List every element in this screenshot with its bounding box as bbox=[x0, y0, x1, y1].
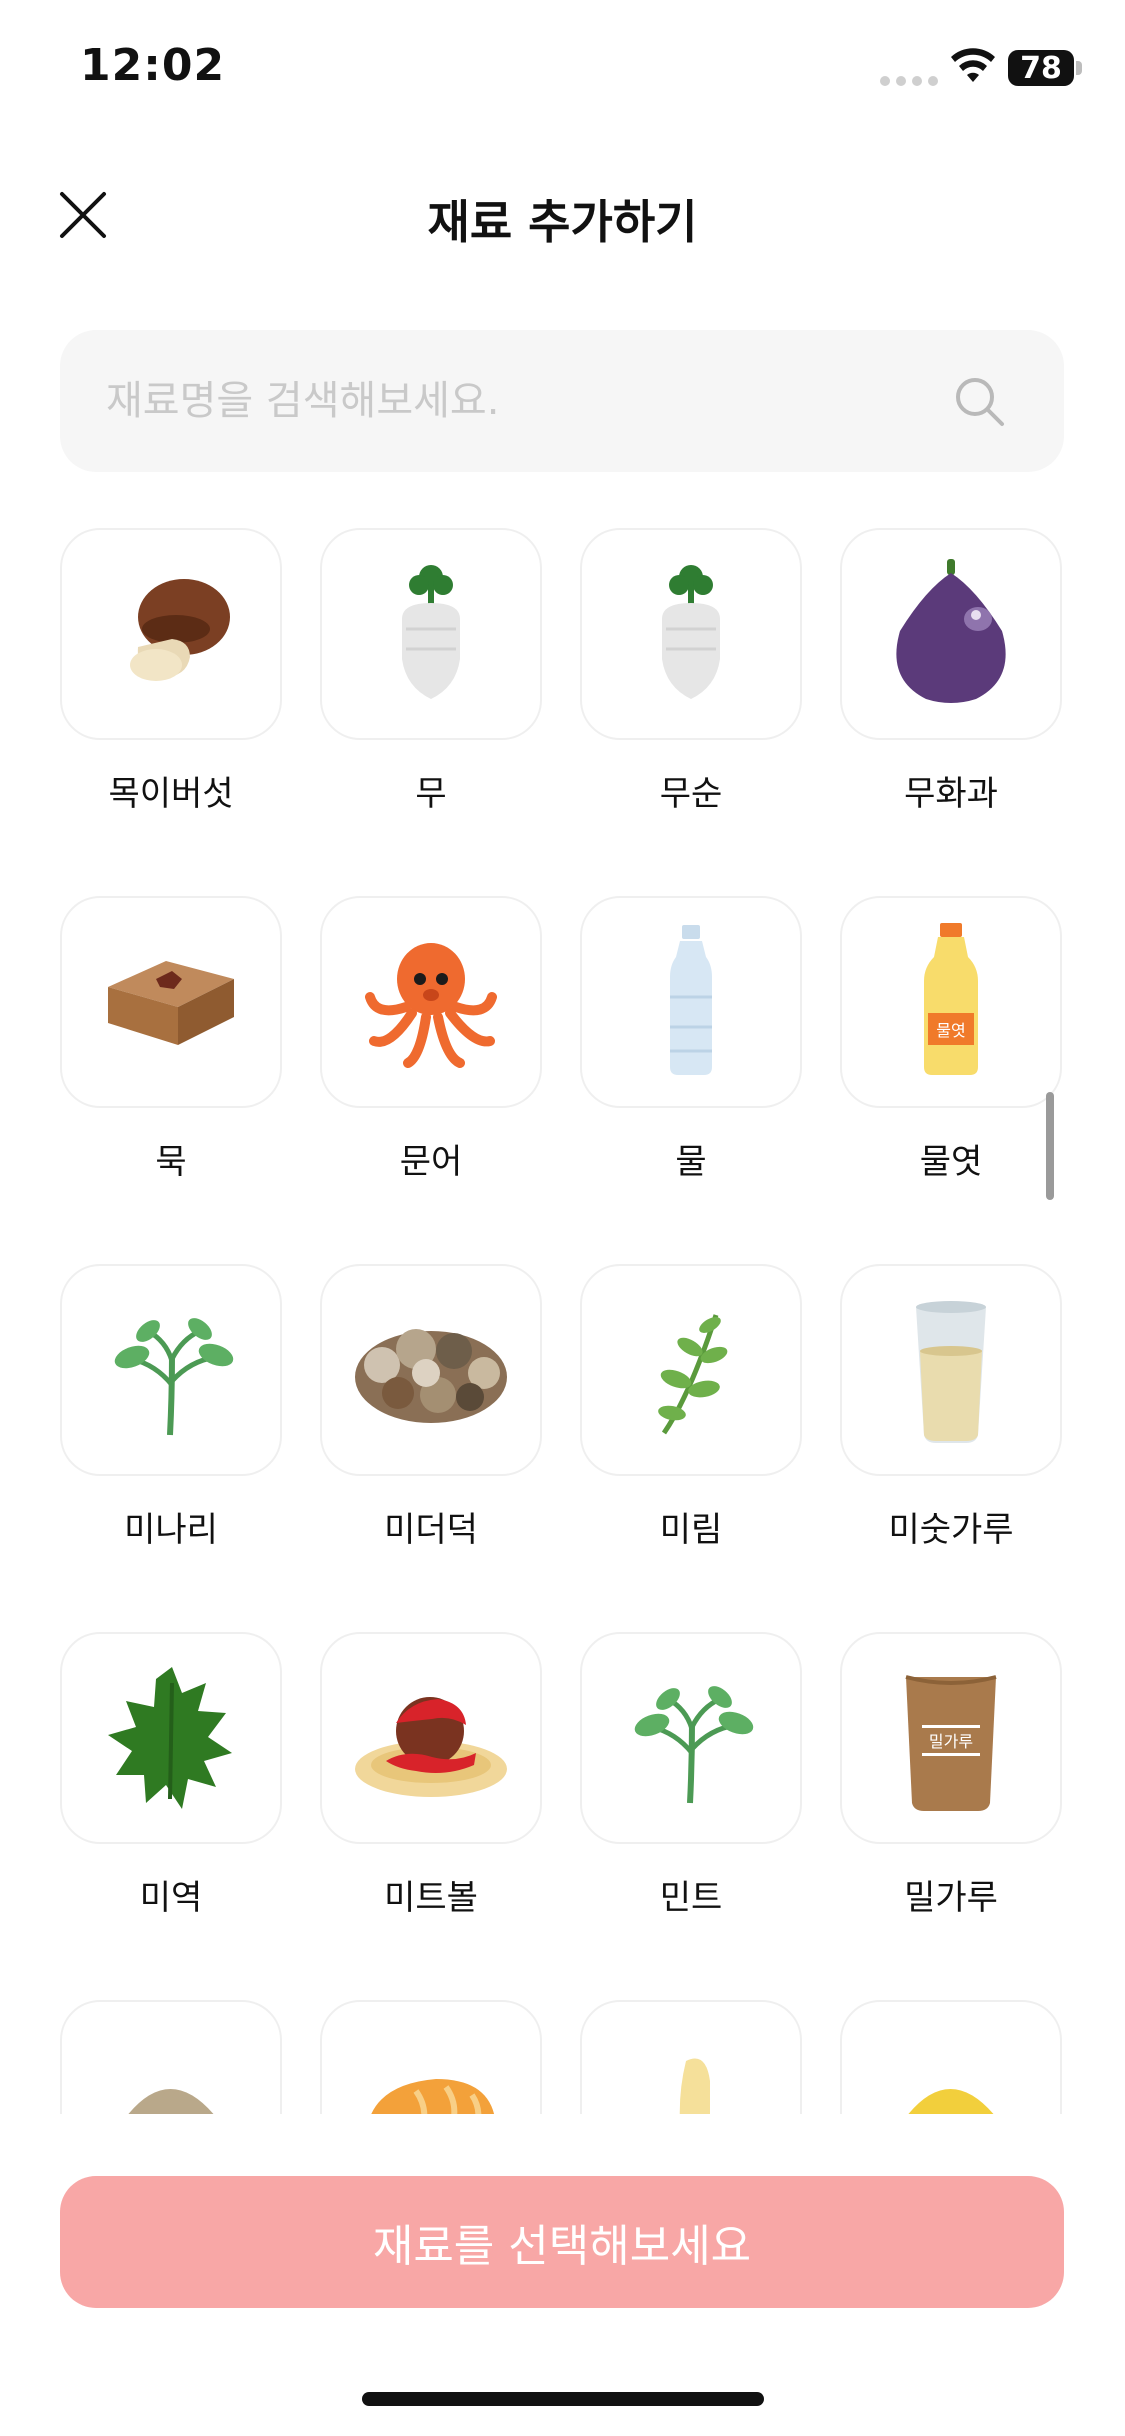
syrup-bottle-tag: 물엿 bbox=[936, 1021, 965, 1040]
ingredient-item[interactable]: 묵 bbox=[60, 896, 282, 1264]
ingredient-label: 밀가루 bbox=[904, 1878, 998, 1918]
home-indicator[interactable] bbox=[362, 2392, 764, 2406]
ingredient-grid: 목이버섯 무 무순 무화과 묵 문어 물 물엿 물엿 미나리 미더덕 미림 미숫… bbox=[60, 528, 1066, 2114]
flour-bag-tag: 밀가루 bbox=[929, 1732, 973, 1751]
battery-indicator: 78 bbox=[1008, 50, 1074, 86]
ingredient-item[interactable]: 목이버섯 bbox=[60, 528, 282, 896]
ingredient-tile[interactable] bbox=[60, 1632, 282, 1844]
ingredient-tile[interactable] bbox=[60, 528, 282, 740]
scrollbar-thumb[interactable] bbox=[1046, 1092, 1054, 1200]
ingredient-item[interactable]: 미트볼 bbox=[320, 1632, 542, 2000]
fig-icon bbox=[896, 559, 1006, 703]
banana-icon bbox=[679, 2058, 710, 2114]
bread-icon bbox=[371, 2079, 495, 2114]
mint-icon bbox=[634, 1686, 754, 1804]
water-bottle-icon bbox=[670, 925, 712, 1075]
ingredient-tile[interactable]: 물엿 bbox=[840, 896, 1062, 1108]
syrup-bottle-icon: 물엿 bbox=[924, 923, 978, 1075]
ingredient-tile[interactable] bbox=[580, 528, 802, 740]
status-time: 12:02 bbox=[80, 40, 226, 91]
ingredient-item[interactable] bbox=[840, 2000, 1062, 2114]
ingredient-label: 물 bbox=[675, 1142, 707, 1182]
powder-bowl-icon bbox=[128, 2089, 214, 2114]
ingredient-label: 미트볼 bbox=[384, 1878, 478, 1918]
ingredient-item[interactable]: 민트 bbox=[580, 1632, 802, 2000]
sea-squirt-icon bbox=[355, 1329, 507, 1423]
yellow-powder-bowl-icon bbox=[908, 2089, 994, 2114]
ingredient-tile[interactable] bbox=[840, 1264, 1062, 1476]
ingredient-label: 미림 bbox=[659, 1510, 723, 1550]
seaweed-icon bbox=[108, 1667, 232, 1809]
ingredient-tile[interactable] bbox=[840, 2000, 1062, 2114]
ingredient-tile[interactable] bbox=[580, 2000, 802, 2114]
mushroom-icon bbox=[130, 579, 230, 681]
ingredient-label: 미더덕 bbox=[384, 1510, 478, 1550]
ingredient-tile[interactable] bbox=[320, 896, 542, 1108]
header: 재료 추가하기 bbox=[0, 170, 1125, 260]
wifi-icon bbox=[951, 48, 995, 82]
flour-bag-icon: 밀가루 bbox=[905, 1675, 997, 1811]
ingredient-item[interactable]: 미역 bbox=[60, 1632, 282, 2000]
ingredient-label: 무화과 bbox=[904, 774, 998, 814]
ingredient-tile[interactable] bbox=[320, 528, 542, 740]
ingredient-label: 미숫가루 bbox=[888, 1510, 1014, 1550]
select-ingredient-button[interactable]: 재료를 선택해보세요 bbox=[60, 2176, 1064, 2308]
radish-sprout-icon bbox=[662, 565, 720, 699]
ingredient-label: 물엿 bbox=[919, 1142, 983, 1182]
ingredient-tile[interactable]: 밀가루 bbox=[840, 1632, 1062, 1844]
herb-sprig-icon bbox=[658, 1314, 728, 1435]
ingredient-item[interactable]: 물 bbox=[580, 896, 802, 1264]
ingredient-item[interactable]: 밀가루 밀가루 bbox=[840, 1632, 1062, 2000]
ingredient-tile[interactable] bbox=[580, 896, 802, 1108]
ingredient-label: 무순 bbox=[659, 774, 723, 814]
battery-cap bbox=[1076, 61, 1082, 75]
ingredient-tile[interactable] bbox=[320, 1264, 542, 1476]
ingredient-item[interactable]: 무순 bbox=[580, 528, 802, 896]
search-icon[interactable] bbox=[950, 372, 1010, 432]
ingredient-item[interactable]: 미더덕 bbox=[320, 1264, 542, 1632]
ingredient-item[interactable] bbox=[320, 2000, 542, 2114]
radish-icon bbox=[402, 565, 460, 699]
search-input[interactable] bbox=[106, 330, 946, 472]
ingredient-item[interactable] bbox=[580, 2000, 802, 2114]
water-parsley-icon bbox=[114, 1318, 234, 1436]
ingredient-tile[interactable] bbox=[60, 2000, 282, 2114]
cellular-signal-icon bbox=[880, 76, 938, 86]
ingredient-label: 민트 bbox=[659, 1878, 723, 1918]
ingredient-tile[interactable] bbox=[320, 1632, 542, 1844]
ingredient-tile[interactable] bbox=[320, 2000, 542, 2114]
status-bar: 12:02 78 bbox=[0, 0, 1125, 140]
ingredient-label: 미나리 bbox=[124, 1510, 218, 1550]
ingredient-item[interactable] bbox=[60, 2000, 282, 2114]
ingredient-label: 문어 bbox=[399, 1142, 463, 1182]
ingredient-item[interactable]: 미숫가루 bbox=[840, 1264, 1062, 1632]
ingredient-label: 미역 bbox=[139, 1878, 203, 1918]
ingredient-item[interactable]: 물엿 물엿 bbox=[840, 896, 1062, 1264]
ingredient-tile[interactable] bbox=[60, 1264, 282, 1476]
ingredient-item[interactable]: 무 bbox=[320, 528, 542, 896]
ingredient-label: 목이버섯 bbox=[108, 774, 234, 814]
page-title: 재료 추가하기 bbox=[427, 195, 698, 249]
octopus-icon bbox=[365, 943, 497, 1068]
jelly-block-icon bbox=[108, 961, 234, 1045]
meatball-icon bbox=[355, 1697, 507, 1797]
ingredient-item[interactable]: 문어 bbox=[320, 896, 542, 1264]
ingredient-item[interactable]: 미림 bbox=[580, 1264, 802, 1632]
search-box[interactable] bbox=[60, 330, 1064, 472]
ingredient-label: 묵 bbox=[155, 1142, 187, 1182]
ingredient-item[interactable]: 무화과 bbox=[840, 528, 1062, 896]
ingredient-tile[interactable] bbox=[60, 896, 282, 1108]
ingredient-item[interactable]: 미나리 bbox=[60, 1264, 282, 1632]
ingredient-grid-viewport[interactable]: 목이버섯 무 무순 무화과 묵 문어 물 물엿 물엿 미나리 미더덕 미림 미숫… bbox=[0, 528, 1125, 2114]
grain-drink-icon bbox=[916, 1301, 986, 1443]
ingredient-tile[interactable] bbox=[580, 1632, 802, 1844]
ingredient-label: 무 bbox=[415, 774, 447, 814]
ingredient-tile[interactable] bbox=[580, 1264, 802, 1476]
screen: 12:02 78 재료 추가하기 재료명을 검색해보세요. 목이버섯 무 무순 … bbox=[0, 0, 1125, 2436]
ingredient-tile[interactable] bbox=[840, 528, 1062, 740]
